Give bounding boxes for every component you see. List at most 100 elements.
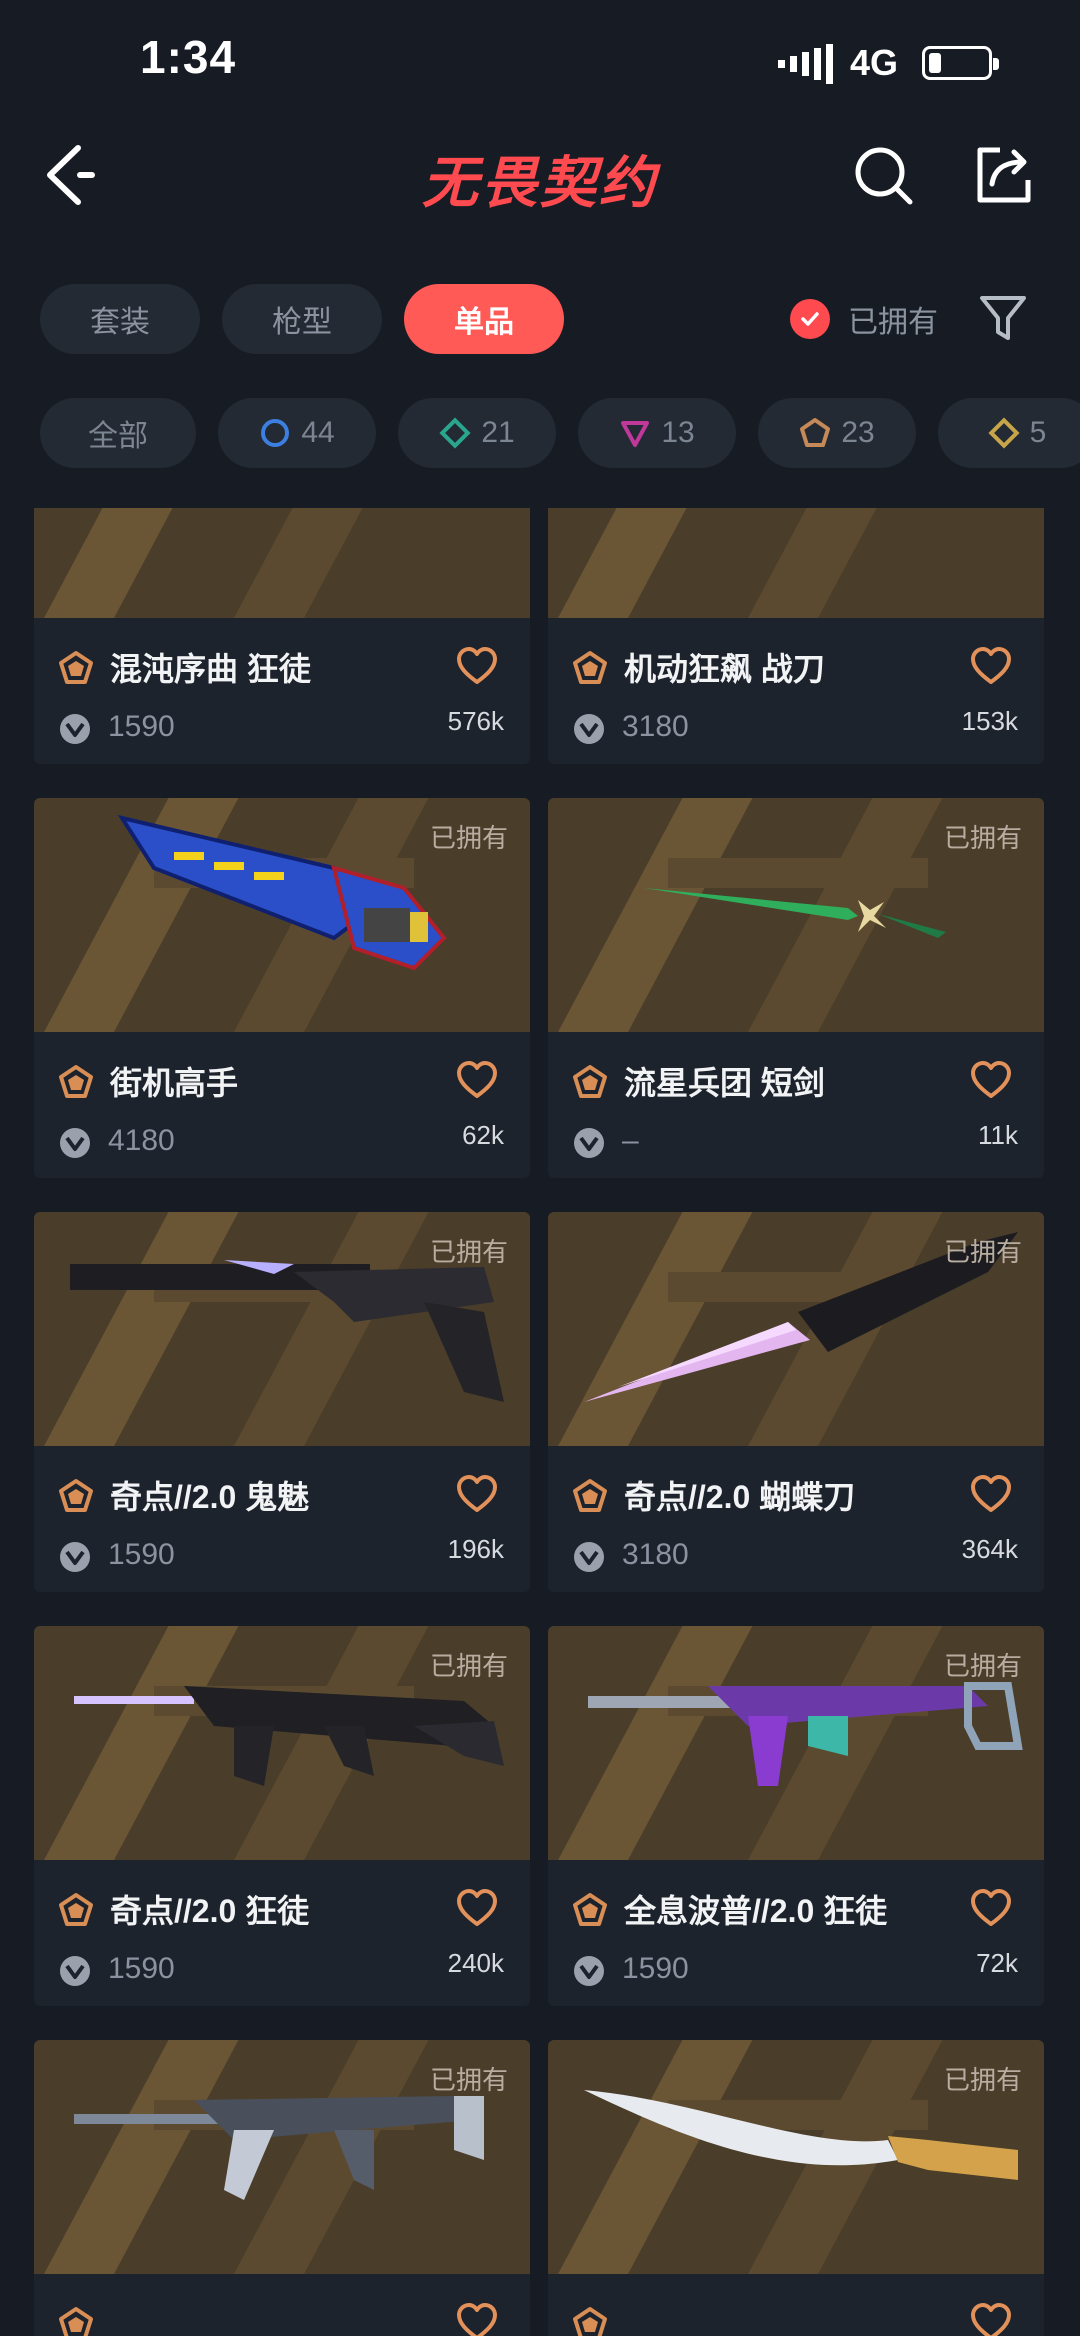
pentagon-tier-icon <box>573 1893 607 1926</box>
item-info: 奇点//2.0 狂徒 1590 240k <box>34 1860 530 2006</box>
check-icon <box>790 299 830 339</box>
owned-tag: 已拥有 <box>943 1651 1022 1681</box>
vp-currency-icon <box>574 1128 604 1158</box>
tier-select-blue[interactable]: 44 <box>218 398 376 468</box>
share-icon[interactable] <box>970 142 1036 208</box>
vp-currency-icon <box>60 714 90 744</box>
vp-currency-icon <box>574 1542 604 1572</box>
triangle-tier-icon <box>621 421 650 447</box>
item-card[interactable]: 机动狂飙 战刀 3180 153k <box>548 508 1044 764</box>
item-card[interactable]: 已拥有 流星兵团 短剑 – 11k <box>548 798 1044 1178</box>
pentagon-tier-icon <box>59 1893 93 1926</box>
vp-currency-icon <box>60 1128 90 1158</box>
item-likes: 240k <box>447 1948 504 1978</box>
item-info: 全息波普//2.0 狂徒 1590 72k <box>548 1860 1044 2006</box>
pentagon-tier-icon <box>573 651 607 684</box>
pentagon-tier-icon <box>59 1065 93 1098</box>
item-info: 奇点//2.0 鬼魅 1590 196k <box>34 1446 530 1592</box>
tier-all[interactable]: 全部 <box>40 398 196 468</box>
tab-single-item[interactable]: 单品 <box>404 284 564 354</box>
item-card[interactable]: 混沌序曲 狂徒 1590 576k <box>34 508 530 764</box>
item-price: 3180 <box>622 1538 689 1571</box>
tier-premium-pink[interactable]: 13 <box>578 398 736 468</box>
status-bar: 1:34 4G <box>0 0 1080 120</box>
heart-icon[interactable] <box>970 2302 1012 2336</box>
pentagon-tier-icon <box>59 2307 93 2336</box>
pentagon-tier-icon <box>800 418 831 447</box>
heart-icon[interactable] <box>456 1888 498 1928</box>
tier-count: 23 <box>841 416 875 449</box>
owned-tag: 已拥有 <box>943 1237 1022 1267</box>
item-card[interactable]: 已拥有奇点//2.0 鬼魅 1590 196k <box>34 1212 530 1592</box>
item-name: 街机高手 <box>110 1065 239 1101</box>
vp-currency-icon <box>60 1542 90 1572</box>
item-price: 4180 <box>108 1124 175 1157</box>
item-grid: 混沌序曲 狂徒 1590 576k 机动狂飙 战刀 3180 153k 已拥有 街机高手 418… <box>0 508 1080 2336</box>
owned-tag: 已拥有 <box>429 1651 508 1681</box>
tier-all-label: 全部 <box>88 420 148 453</box>
owned-tag: 已拥有 <box>429 823 508 853</box>
owned-tag: 已拥有 <box>429 1237 508 1267</box>
pentagon-tier-icon <box>573 2307 607 2336</box>
app-header: 无畏契约 <box>0 120 1080 230</box>
item-likes: 576k <box>447 706 504 736</box>
heart-icon[interactable] <box>970 1474 1012 1514</box>
pentagon-tier-icon <box>59 651 93 684</box>
item-card[interactable]: 已拥有 <box>34 2040 530 2336</box>
page-title: 无畏契约 <box>422 151 658 214</box>
tab-bundle[interactable]: 套装 <box>40 284 200 354</box>
item-likes: 364k <box>961 1534 1018 1564</box>
heart-icon[interactable] <box>970 1060 1012 1100</box>
item-card[interactable]: 已拥有 <box>548 2040 1044 2336</box>
item-card[interactable]: 已拥有奇点//2.0 蝴蝶刀 3180 364k <box>548 1212 1044 1592</box>
heart-icon[interactable] <box>456 646 498 686</box>
item-name: 奇点//2.0 狂徒 <box>110 1893 310 1929</box>
vp-currency-icon <box>60 1956 90 1986</box>
pentagon-tier-icon <box>59 1479 93 1512</box>
item-name: 流星兵团 短剑 <box>624 1065 825 1101</box>
item-name: 机动狂飙 战刀 <box>624 651 825 687</box>
item-likes: 62k <box>462 1120 504 1150</box>
tier-count: 21 <box>481 416 515 449</box>
tier-chips: 全部 44 21 13 23 5 <box>40 398 1080 470</box>
search-icon[interactable] <box>850 142 916 208</box>
item-name: 奇点//2.0 鬼魅 <box>110 1479 310 1515</box>
item-price: 1590 <box>108 710 175 743</box>
filter-icon[interactable] <box>978 292 1028 346</box>
item-name: 全息波普//2.0 狂徒 <box>624 1893 888 1929</box>
item-card[interactable]: 已拥有街机高手 4180 62k <box>34 798 530 1178</box>
item-likes: 153k <box>961 706 1018 736</box>
item-card[interactable]: 已拥有全息波普//2.0 狂徒 1590 72k <box>548 1626 1044 2006</box>
item-info: 机动狂飙 战刀 3180 153k <box>548 618 1044 764</box>
item-price: – <box>622 1124 639 1157</box>
item-info <box>548 2274 1044 2336</box>
heart-icon[interactable] <box>456 1060 498 1100</box>
tier-count: 5 <box>1029 416 1047 449</box>
item-name: 奇点//2.0 蝴蝶刀 <box>624 1479 856 1515</box>
tab-weapon-type[interactable]: 枪型 <box>222 284 382 354</box>
item-info: 混沌序曲 狂徒 1590 576k <box>34 618 530 764</box>
heart-icon[interactable] <box>456 2302 498 2336</box>
item-info: 街机高手 4180 62k <box>34 1032 530 1178</box>
tier-ultra-gold[interactable]: 5 <box>938 398 1080 468</box>
tier-deluxe-green[interactable]: 21 <box>398 398 556 468</box>
signal-icon <box>778 44 833 84</box>
owned-filter-label: 已拥有 <box>848 306 938 339</box>
item-price: 1590 <box>108 1952 175 1985</box>
pentagon-tier-icon <box>573 1479 607 1512</box>
owned-tag: 已拥有 <box>943 2065 1022 2095</box>
item-card[interactable]: 已拥有奇点//2.0 狂徒 1590 240k <box>34 1626 530 2006</box>
heart-icon[interactable] <box>456 1474 498 1514</box>
item-price: 3180 <box>622 710 689 743</box>
item-info: 奇点//2.0 蝴蝶刀 3180 364k <box>548 1446 1044 1592</box>
vp-currency-icon <box>574 1956 604 1986</box>
item-likes: 72k <box>976 1948 1018 1978</box>
owned-filter-toggle[interactable]: 已拥有 <box>790 296 938 342</box>
heart-icon[interactable] <box>970 646 1012 686</box>
item-name: 混沌序曲 狂徒 <box>110 651 311 687</box>
network-type: 4G <box>850 42 899 83</box>
heart-icon[interactable] <box>970 1888 1012 1928</box>
tier-exclusive-orange[interactable]: 23 <box>758 398 916 468</box>
owned-tag: 已拥有 <box>429 2065 508 2095</box>
circle-tier-icon <box>261 419 290 447</box>
